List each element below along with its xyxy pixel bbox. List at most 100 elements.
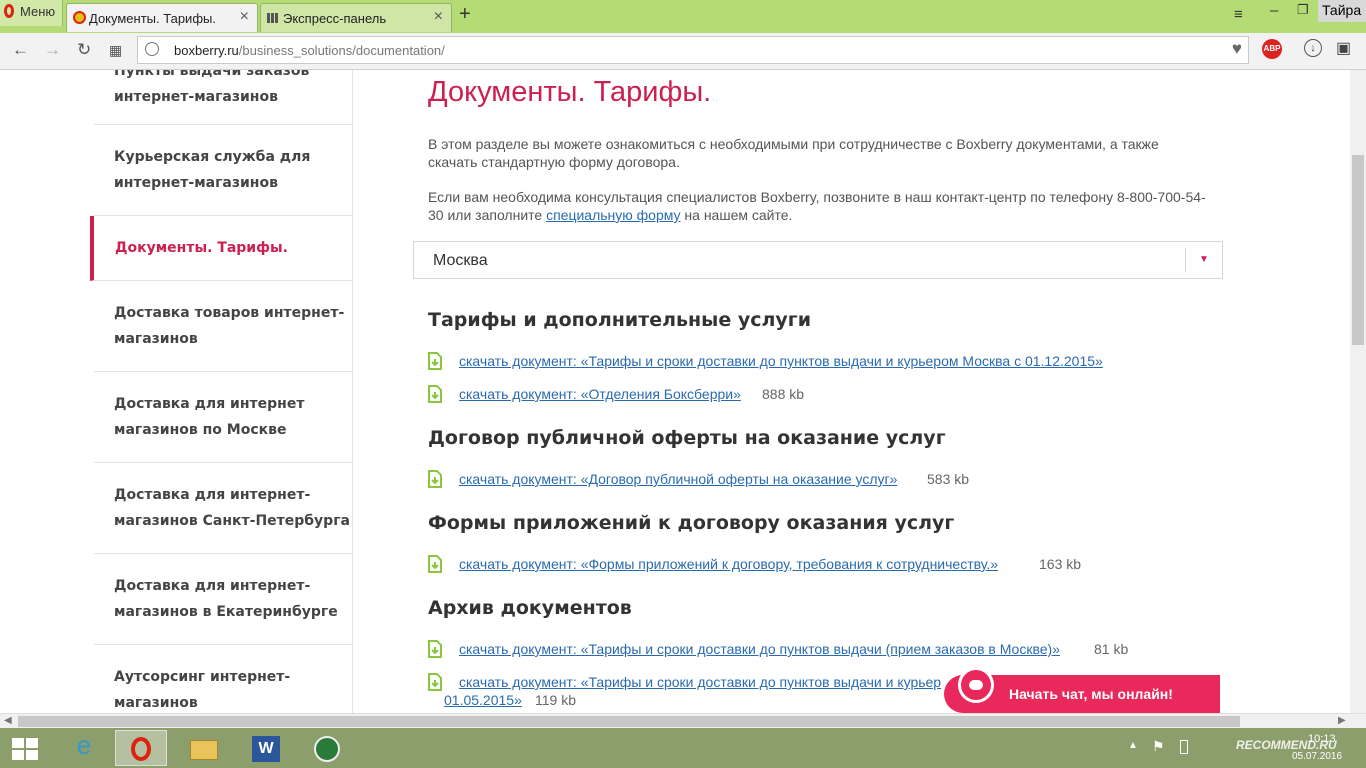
contact-text: Если вам необходима консультация специал… bbox=[428, 189, 1206, 223]
document-download-icon bbox=[428, 352, 442, 370]
document-download-link-continued[interactable]: 01.05.2015» bbox=[444, 692, 522, 708]
sidebar-item-label: магазинов по Москве bbox=[114, 422, 287, 438]
sidebar-item-outsourcing[interactable]: Аутсорсинг интернет- магазинов bbox=[94, 645, 353, 713]
document-download-icon bbox=[428, 385, 442, 403]
document-download-link[interactable]: скачать документ: «Тарифы и сроки достав… bbox=[459, 674, 941, 690]
sidebar-item-label: магазинов bbox=[114, 331, 198, 347]
maximize-icon[interactable]: ❐ bbox=[1297, 2, 1309, 18]
document-download-icon bbox=[428, 640, 442, 658]
tab-express-panel[interactable]: Экспресс-панель × bbox=[260, 3, 452, 32]
section-heading-offer: Договор публичной оферты на оказание усл… bbox=[428, 427, 946, 449]
address-toolbar: ← → ↻ ▦ boxberry.ru/business_solutions/d… bbox=[0, 33, 1366, 70]
document-size: 163 kb bbox=[1039, 556, 1082, 572]
browser-tab-bar: Меню Документы. Тарифы. × Экспресс-панел… bbox=[0, 0, 1366, 33]
document-size: 119 kb bbox=[535, 692, 576, 708]
document-download-link[interactable]: скачать документ: «Тарифы и сроки достав… bbox=[459, 353, 1103, 369]
browser-menu-button[interactable]: Меню bbox=[0, 0, 63, 26]
flag-icon[interactable]: ⚑ bbox=[1152, 738, 1165, 755]
section-heading-tariffs: Тарифы и дополнительные услуги bbox=[428, 309, 812, 331]
url-path: /business_solutions/documentation/ bbox=[238, 43, 445, 58]
url-field[interactable]: boxberry.ru/business_solutions/documenta… bbox=[137, 36, 1249, 64]
sidebar-item-label: интернет-магазинов bbox=[114, 175, 278, 191]
extensions-icon[interactable]: ▣ bbox=[1336, 38, 1351, 58]
scroll-right-icon[interactable]: ▶ bbox=[1338, 715, 1346, 726]
site-info-icon[interactable] bbox=[145, 42, 159, 56]
sidebar-item-moscow[interactable]: Доставка для интернет магазинов по Москв… bbox=[94, 372, 353, 463]
clock-time[interactable]: 10:13 bbox=[1308, 733, 1336, 745]
windows-start-icon[interactable] bbox=[12, 738, 38, 760]
horizontal-scrollbar[interactable]: ◀ ▶ bbox=[0, 713, 1366, 729]
forward-icon[interactable]: → bbox=[44, 40, 61, 60]
sidebar-item-label: Аутсорсинг интернет- bbox=[114, 669, 291, 685]
city-select-value: Москва bbox=[433, 252, 488, 269]
sidebar-item-delivery[interactable]: Доставка товаров интернет- магазинов bbox=[94, 281, 353, 372]
bookmark-heart-icon[interactable]: ♥ bbox=[1232, 39, 1242, 59]
intro-paragraph: В этом разделе вы можете ознакомиться с … bbox=[428, 136, 1159, 170]
user-label[interactable]: Тайра bbox=[1318, 0, 1366, 22]
tab-close-icon[interactable]: × bbox=[240, 8, 249, 26]
tab-close-icon[interactable]: × bbox=[434, 8, 443, 26]
windows-taskbar: e W ▲ ⚑ RECOMMEND.RU 10:13 05.07.2016 bbox=[0, 728, 1366, 768]
opera-taskbar-icon[interactable] bbox=[115, 730, 167, 766]
sidebar-item-label: Доставка для интернет bbox=[114, 396, 305, 412]
boxberry-favicon bbox=[73, 11, 86, 24]
word-icon[interactable]: W bbox=[240, 730, 292, 766]
document-size: 583 kb bbox=[927, 471, 970, 487]
minimize-icon[interactable]: – bbox=[1270, 2, 1278, 19]
scroll-thumb[interactable] bbox=[18, 716, 1240, 727]
online-chat-button[interactable]: Начать чат, мы онлайн! bbox=[944, 667, 1220, 713]
tab-title: Экспресс-панель bbox=[283, 11, 387, 26]
contact-paragraph: Если вам необходима консультация специал… bbox=[428, 188, 1208, 224]
scroll-thumb[interactable] bbox=[1352, 155, 1364, 345]
tabs-menu-icon[interactable]: ≡ bbox=[1234, 6, 1243, 23]
sidebar-item-label: магазинов bbox=[114, 695, 198, 711]
url-text: boxberry.ru/business_solutions/documenta… bbox=[174, 43, 445, 58]
city-select[interactable]: Москва ▼ bbox=[413, 241, 1223, 279]
tab-documents[interactable]: Документы. Тарифы. × bbox=[66, 3, 258, 32]
sidebar-item-label: Доставка для интернет- bbox=[114, 487, 311, 503]
battery-icon[interactable] bbox=[1180, 740, 1188, 754]
sidebar-item-label: Доставка товаров интернет- bbox=[114, 305, 345, 321]
contact-form-link[interactable]: специальную форму bbox=[546, 207, 680, 223]
sidebar-item-spb[interactable]: Доставка для интернет- магазинов Санкт-П… bbox=[94, 463, 353, 554]
section-heading-archive: Архив документов bbox=[428, 597, 632, 619]
new-tab-icon[interactable]: + bbox=[459, 3, 471, 26]
dropdown-arrow-icon[interactable]: ▼ bbox=[1185, 248, 1222, 272]
sidebar-item-documents[interactable]: Документы. Тарифы. bbox=[90, 216, 353, 281]
browser-menu-label: Меню bbox=[20, 4, 56, 19]
contact-text-end: на нашем сайте. bbox=[680, 207, 793, 223]
sidebar-item-label: Доставка для интернет- bbox=[114, 578, 311, 594]
sidebar-item-label: магазинов Санкт-Петербурга bbox=[114, 513, 350, 529]
clock-date[interactable]: 05.07.2016 bbox=[1292, 751, 1342, 762]
page-title: Документы. Тарифы. bbox=[428, 76, 712, 108]
back-icon[interactable]: ← bbox=[12, 40, 29, 60]
download-icon[interactable]: ↓ bbox=[1304, 39, 1322, 57]
internet-explorer-icon[interactable]: e bbox=[58, 730, 110, 766]
chat-label: Начать чат, мы онлайн! bbox=[1009, 686, 1173, 702]
network-monitor-icon[interactable] bbox=[302, 730, 354, 766]
tab-title: Документы. Тарифы. bbox=[89, 11, 216, 26]
sidebar-item-label: интернет-магазинов bbox=[114, 89, 278, 105]
sidebar-item-pickup-points[interactable]: Пункты выдачи заказов интернет-магазинов bbox=[94, 70, 353, 125]
document-download-link[interactable]: скачать документ: «Отделения Боксберри» bbox=[459, 386, 741, 402]
tray-arrow-icon[interactable]: ▲ bbox=[1128, 740, 1138, 751]
document-size: 81 kb bbox=[1094, 641, 1129, 657]
scroll-left-icon[interactable]: ◀ bbox=[4, 715, 12, 726]
adblock-icon[interactable]: ABP bbox=[1262, 39, 1282, 59]
sidebar-item-courier[interactable]: Курьерская служба для интернет-магазинов bbox=[94, 125, 353, 216]
document-download-icon bbox=[428, 470, 442, 488]
document-download-link[interactable]: скачать документ: «Тарифы и сроки достав… bbox=[459, 641, 1060, 657]
section-heading-forms: Формы приложений к договору оказания усл… bbox=[428, 512, 955, 534]
document-download-link[interactable]: скачать документ: «Договор публичной офе… bbox=[459, 471, 897, 487]
opera-logo-icon bbox=[4, 4, 14, 18]
sidebar-item-label: Курьерская служба для bbox=[114, 149, 311, 165]
speed-dial-icon[interactable]: ▦ bbox=[109, 42, 122, 59]
vertical-scrollbar[interactable] bbox=[1350, 70, 1366, 713]
document-download-icon bbox=[428, 673, 442, 691]
sidebar-item-ekb[interactable]: Доставка для интернет- магазинов в Екате… bbox=[94, 554, 353, 645]
reload-icon[interactable]: ↻ bbox=[77, 40, 91, 60]
document-size: 888 kb bbox=[762, 386, 805, 402]
file-explorer-icon[interactable] bbox=[178, 730, 230, 766]
sidebar-nav: Пункты выдачи заказов интернет-магазинов… bbox=[90, 70, 354, 713]
document-download-link[interactable]: скачать документ: «Формы приложений к до… bbox=[459, 556, 998, 572]
